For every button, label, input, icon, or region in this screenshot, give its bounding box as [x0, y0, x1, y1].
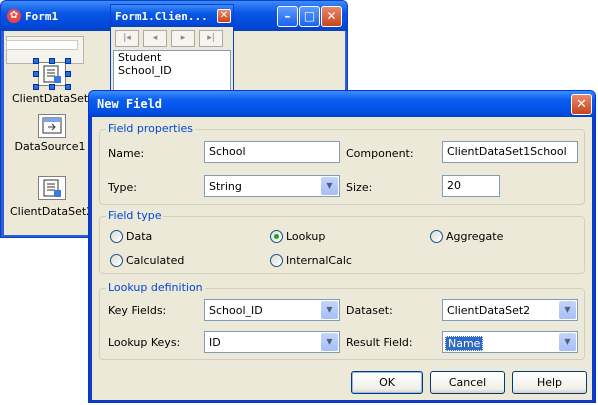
radio-calculated[interactable] — [110, 254, 123, 267]
dialog-titlebar[interactable]: New Field ✕ — [89, 91, 595, 117]
delphi-form-icon: ✿ — [7, 9, 21, 23]
component-label: Component: — [346, 147, 414, 160]
radio-lookup-label[interactable]: Lookup — [286, 230, 325, 243]
result-field-select[interactable]: Name ▼ — [442, 331, 578, 353]
form1-toolbar-inner — [6, 40, 78, 50]
nav-next-button[interactable]: ▸ — [171, 30, 195, 47]
lookup-keys-label: Lookup Keys: — [108, 336, 181, 349]
radio-internalcalc[interactable] — [270, 254, 283, 267]
field-properties-group: Field properties Name: School Component:… — [99, 122, 585, 205]
radio-data-label[interactable]: Data — [126, 230, 152, 243]
close-icon[interactable]: ✕ — [571, 94, 592, 115]
fields-list[interactable]: Student School_ID — [113, 50, 231, 94]
name-label: Name: — [108, 147, 145, 160]
chevron-down-icon[interactable]: ▼ — [321, 301, 338, 319]
field-type-group: Field type Data Lookup Aggregate Calcula… — [99, 209, 585, 274]
help-button[interactable]: Help — [512, 371, 587, 394]
nav-last-button[interactable]: ▸| — [199, 30, 223, 47]
radio-selected-dot — [274, 234, 279, 239]
dialog-title: New Field — [97, 97, 163, 111]
radio-aggregate[interactable] — [430, 230, 443, 243]
dialog-client: Field properties Name: School Component:… — [92, 117, 592, 400]
type-label: Type: — [108, 181, 137, 194]
selection-handles[interactable] — [33, 58, 71, 90]
ok-button[interactable]: OK — [351, 371, 423, 394]
datasource-icon[interactable] — [38, 114, 66, 138]
field-type-title: Field type — [106, 209, 164, 222]
cancel-button[interactable]: Cancel — [430, 371, 505, 394]
component-field[interactable]: ClientDataSet1School — [442, 141, 578, 163]
size-label: Size: — [346, 181, 373, 194]
chevron-down-icon[interactable]: ▼ — [559, 301, 576, 319]
form1-close-button[interactable]: ✕ — [321, 6, 342, 27]
lookup-definition-group: Lookup definition Key Fields: School_ID … — [99, 281, 585, 360]
new-field-dialog: New Field ✕ Field properties Name: Schoo… — [88, 90, 596, 403]
list-item[interactable]: School_ID — [114, 64, 230, 77]
chevron-down-icon[interactable]: ▼ — [559, 333, 576, 351]
nav-first-button[interactable]: |◂ — [115, 30, 139, 47]
chevron-down-icon[interactable]: ▼ — [321, 177, 338, 195]
type-select[interactable]: String ▼ — [204, 175, 340, 197]
radio-aggregate-label[interactable]: Aggregate — [446, 230, 503, 243]
key-fields-value: School_ID — [209, 304, 263, 317]
fields-editor-window: Form1.Clien... ✕ |◂ ◂ ▸ ▸| Student Schoo… — [110, 4, 234, 94]
minimize-button[interactable]: – — [277, 6, 298, 27]
name-field[interactable]: School — [204, 141, 340, 163]
lookup-keys-select[interactable]: ID ▼ — [204, 331, 340, 353]
result-field-value: Name — [445, 336, 484, 351]
radio-calculated-label[interactable]: Calculated — [126, 254, 184, 267]
chevron-down-icon[interactable]: ▼ — [321, 333, 338, 351]
key-fields-label: Key Fields: — [108, 304, 167, 317]
component-label: ClientDataSet1 — [12, 92, 96, 105]
component-label: DataSource1 — [14, 140, 86, 153]
dataset-label: Dataset: — [346, 304, 393, 317]
component-label: ClientDataSet2 — [10, 205, 94, 218]
lookup-keys-value: ID — [209, 336, 221, 349]
size-field[interactable]: 20 — [442, 175, 500, 197]
dataset-value: ClientDataSet2 — [447, 304, 531, 317]
fields-editor-title: Form1.Clien... — [115, 10, 208, 23]
nav-prior-button[interactable]: ◂ — [143, 30, 167, 47]
list-item[interactable]: Student — [114, 51, 230, 64]
field-properties-title: Field properties — [106, 122, 196, 135]
dataset-select[interactable]: ClientDataSet2 ▼ — [442, 299, 578, 321]
lookup-definition-title: Lookup definition — [106, 281, 205, 294]
fields-editor-close-button[interactable]: ✕ — [217, 9, 231, 23]
maximize-button[interactable]: □ — [299, 6, 320, 27]
radio-lookup[interactable] — [270, 230, 283, 243]
radio-data[interactable] — [110, 230, 123, 243]
fields-editor-titlebar[interactable]: Form1.Clien... ✕ — [111, 5, 233, 27]
form1-title: Form1 — [25, 10, 59, 23]
radio-internalcalc-label[interactable]: InternalCalc — [286, 254, 352, 267]
key-fields-select[interactable]: School_ID ▼ — [204, 299, 340, 321]
type-value: String — [209, 180, 242, 193]
result-field-label: Result Field: — [346, 336, 413, 349]
dataset-icon[interactable] — [38, 176, 66, 200]
